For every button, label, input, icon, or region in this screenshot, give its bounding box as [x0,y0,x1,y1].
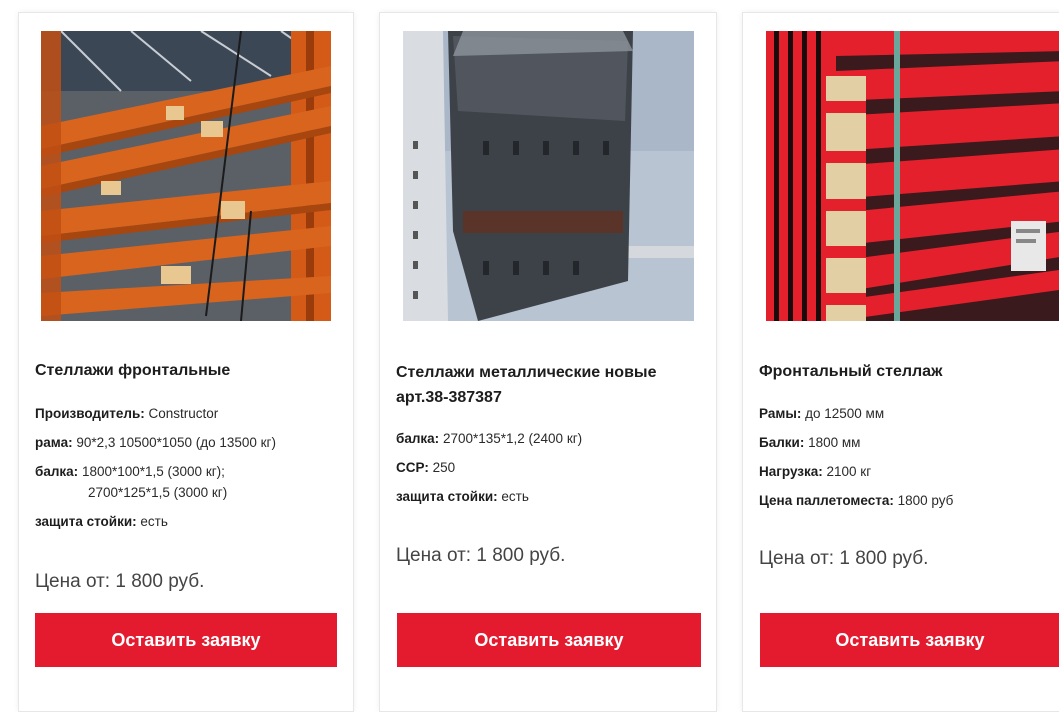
spec-label: ССР: [396,460,429,475]
red-rack-beams-photo[interactable] [766,31,1059,321]
spec-row: ССР: 250 [396,457,706,478]
product-card: Стеллажи металлические новые арт.38-3873… [379,12,717,712]
spec-label: балка: [35,464,79,479]
spec-label: Производитель: [35,406,145,421]
spec-row: защита стойки: есть [35,511,343,532]
spec-row: балка: 2700*135*1,2 (2400 кг) [396,428,706,449]
orange-pallet-racks-photo[interactable] [41,31,331,321]
spec-label: Нагрузка: [759,464,823,479]
product-specs: Рамы: до 12500 мм Балки: 1800 мм Нагрузк… [759,403,1059,519]
spec-label: защита стойки: [396,489,498,504]
spec-value: есть [140,514,168,529]
request-button[interactable]: Оставить заявку [397,613,701,667]
spec-label: Балки: [759,435,805,450]
product-card: Фронтальный стеллаж Рамы: до 12500 мм Ба… [742,12,1059,712]
product-title: Стеллажи фронтальные [35,362,231,379]
spec-label: Рамы: [759,406,802,421]
spec-row: Рамы: до 12500 мм [759,403,1059,424]
spec-value-continued: 2700*125*1,5 (3000 кг) [88,485,228,500]
spec-label: защита стойки: [35,514,137,529]
spec-value: Constructor [148,406,219,421]
request-button[interactable]: Оставить заявку [35,613,337,667]
product-price: Цена от: 1 800 руб. [759,548,929,569]
spec-value: 1800 руб [897,493,954,508]
spec-value: 90*2,3 10500*1050 (до 13500 кг) [76,435,276,450]
spec-row: Нагрузка: 2100 кг [759,461,1059,482]
product-title: Фронтальный стеллаж [759,363,943,380]
spec-value: 1800*100*1,5 (3000 кг); [81,464,225,479]
spec-row: Производитель: Constructor [35,403,343,424]
wrapped-metal-rack-photo[interactable] [403,31,694,321]
product-title: Стеллажи металлические новые арт.38-3873… [396,364,657,406]
product-card: Стеллажи фронтальные Производитель: Cons… [18,12,354,712]
product-price: Цена от: 1 800 руб. [35,571,205,592]
product-specs: балка: 2700*135*1,2 (2400 кг) ССР: 250 з… [396,428,706,515]
spec-label: балка: [396,431,440,446]
spec-value: 2700*135*1,2 (2400 кг) [442,431,583,446]
spec-row: рама: 90*2,3 10500*1050 (до 13500 кг) [35,432,343,453]
spec-row: защита стойки: есть [396,486,706,507]
product-specs: Производитель: Constructor рама: 90*2,3 … [35,403,343,540]
spec-label: рама: [35,435,73,450]
product-price: Цена от: 1 800 руб. [396,545,566,566]
spec-row: балка: 1800*100*1,5 (3000 кг); 2700*125*… [35,461,343,503]
spec-value: 250 [432,460,456,475]
spec-value: 2100 кг [826,464,872,479]
spec-value: 1800 мм [808,435,861,450]
request-button[interactable]: Оставить заявку [760,613,1059,667]
spec-label: Цена паллетоместа: [759,493,894,508]
spec-row: Цена паллетоместа: 1800 руб [759,490,1059,511]
spec-value: есть [501,489,529,504]
spec-value: до 12500 мм [805,406,885,421]
spec-row: Балки: 1800 мм [759,432,1059,453]
